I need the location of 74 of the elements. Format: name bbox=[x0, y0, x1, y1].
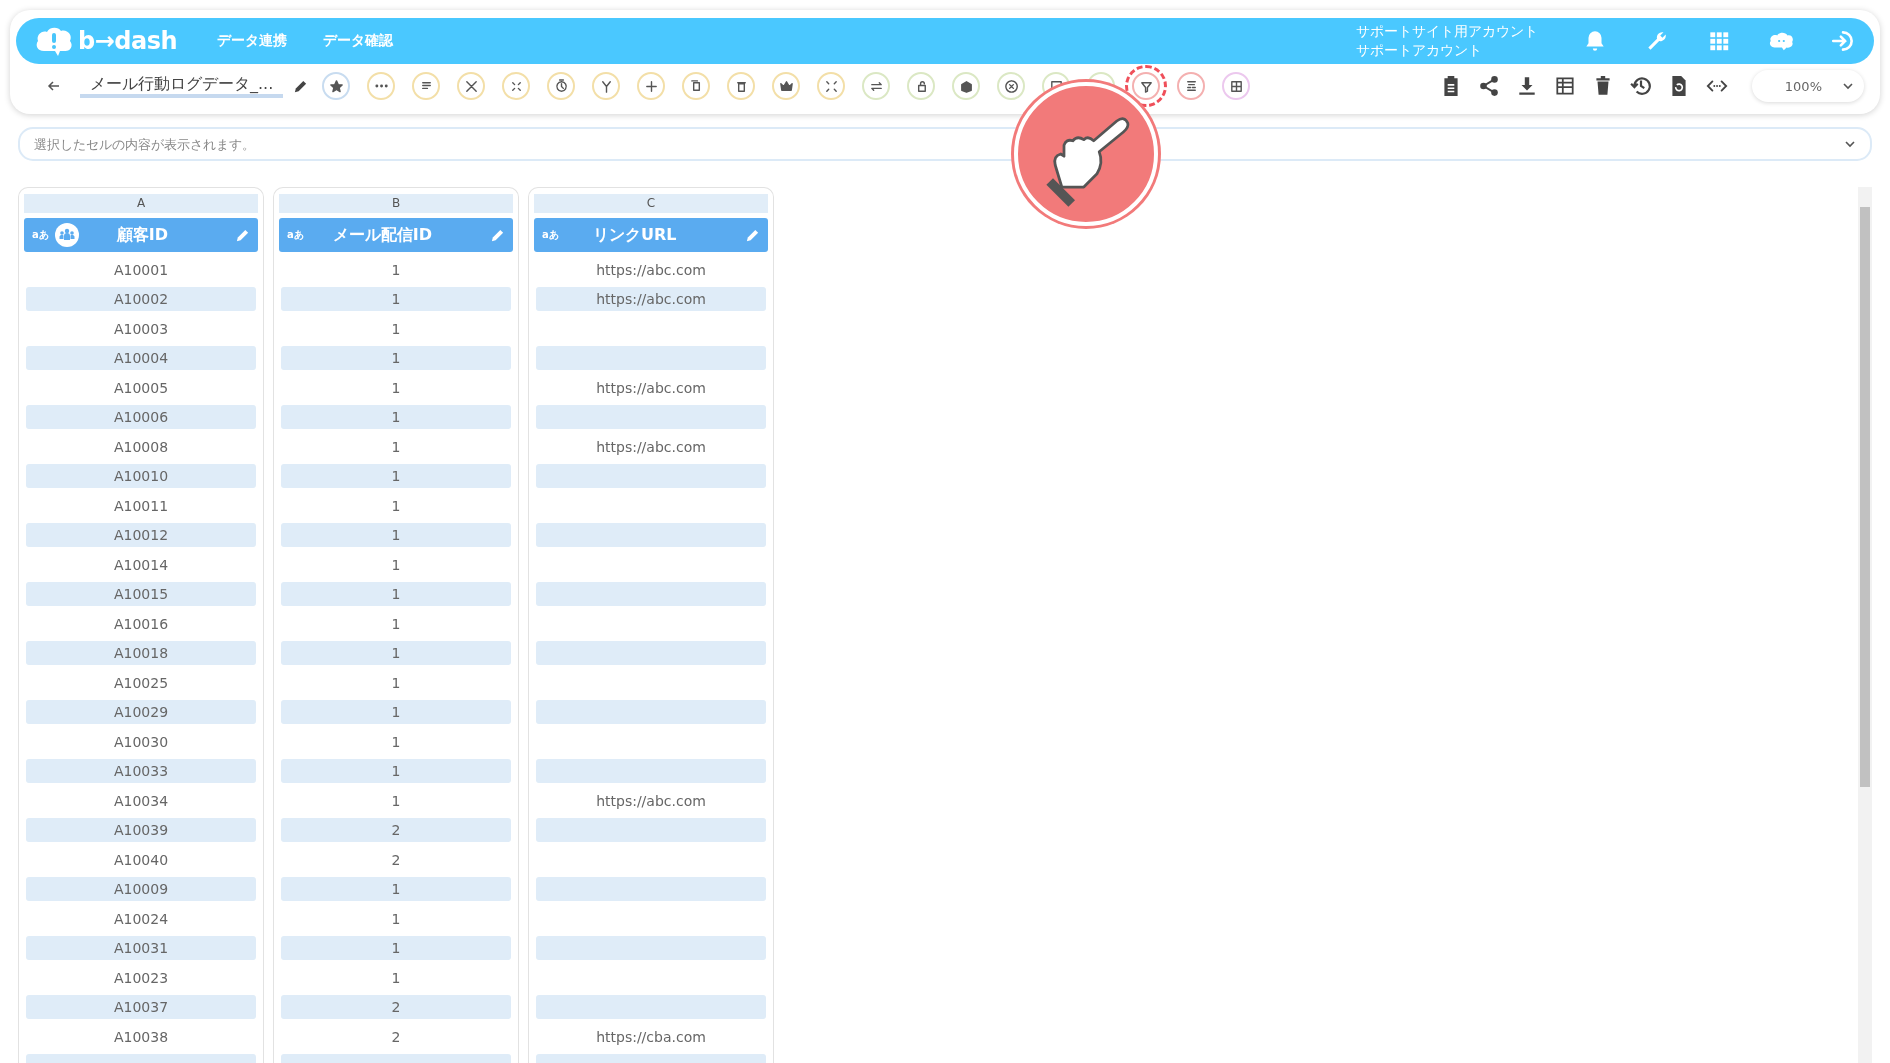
table-cell[interactable]: https://abc.com bbox=[536, 375, 766, 400]
table-cell[interactable]: A10039 bbox=[26, 818, 256, 842]
table-cell[interactable]: A10033 bbox=[26, 759, 256, 783]
table-cell[interactable]: 1 bbox=[281, 405, 511, 429]
table-cell[interactable]: A10009 bbox=[26, 877, 256, 901]
table-cell[interactable]: A10029 bbox=[26, 700, 256, 724]
table-cell[interactable]: 2 bbox=[281, 847, 511, 872]
table-cell[interactable]: 2 bbox=[281, 818, 511, 842]
table-cell[interactable]: 1 bbox=[281, 287, 511, 311]
column-letter[interactable]: A bbox=[24, 194, 258, 213]
sheet-title[interactable]: メール行動ログデータ_... bbox=[80, 74, 284, 98]
cell-preview-field[interactable]: 選択したセルの内容が表示されます。 bbox=[18, 127, 1872, 161]
table-cell[interactable]: 1 bbox=[281, 788, 511, 813]
table-cell[interactable]: 1 bbox=[281, 965, 511, 990]
table-cell[interactable]: A10003 bbox=[26, 316, 256, 341]
table-cell[interactable]: 1 bbox=[281, 434, 511, 459]
column-name: 顧客ID bbox=[116, 224, 168, 246]
table-cell[interactable]: A10014 bbox=[26, 552, 256, 577]
table-cell[interactable]: A10008 bbox=[26, 434, 256, 459]
table-cell[interactable]: 2 bbox=[281, 1024, 511, 1049]
table-cell[interactable]: 2 bbox=[281, 995, 511, 1019]
zoom-select[interactable]: 100% bbox=[1752, 70, 1864, 102]
table-cell[interactable]: A10040 bbox=[26, 847, 256, 872]
table-cell[interactable]: 1 bbox=[281, 759, 511, 783]
table-cell[interactable]: 1 bbox=[281, 375, 511, 400]
table-cell[interactable]: https://abc.com bbox=[536, 434, 766, 459]
table-cell[interactable]: A10038 bbox=[26, 1024, 256, 1049]
table-cell[interactable]: 1 bbox=[281, 523, 511, 547]
table-cell[interactable]: 1 bbox=[281, 877, 511, 901]
table-cell[interactable]: 1 bbox=[281, 257, 511, 282]
table-cell[interactable]: 1 bbox=[281, 316, 511, 341]
table-cell[interactable]: A10030 bbox=[26, 729, 256, 754]
table-cell[interactable]: A10012 bbox=[26, 523, 256, 547]
column-letter[interactable]: B bbox=[279, 194, 513, 213]
table-cell[interactable]: A10005 bbox=[26, 375, 256, 400]
table-cell[interactable]: 1 bbox=[281, 464, 511, 488]
table-cell[interactable]: https://abc.com bbox=[536, 287, 766, 311]
table-cell[interactable]: 1 bbox=[281, 641, 511, 665]
table-cell[interactable]: A10024 bbox=[26, 906, 256, 931]
table-cell[interactable]: 1 bbox=[281, 729, 511, 754]
table-cell[interactable]: A10023 bbox=[26, 965, 256, 990]
table-cell[interactable]: A10011 bbox=[26, 493, 256, 518]
table-cell[interactable]: 1 bbox=[281, 936, 511, 960]
table-cell[interactable]: 1 bbox=[281, 906, 511, 931]
column-letter[interactable]: C bbox=[534, 194, 768, 213]
data-type-label: aあ bbox=[542, 228, 559, 242]
table-cell[interactable]: 1 bbox=[281, 493, 511, 518]
table-cell[interactable]: A10016 bbox=[26, 611, 256, 636]
table-cell[interactable]: A10010 bbox=[26, 464, 256, 488]
table-cell[interactable]: 1 bbox=[281, 670, 511, 695]
table-cell[interactable]: https://abc.com bbox=[536, 257, 766, 282]
column-name: メール配信ID bbox=[332, 224, 432, 246]
table-cell[interactable]: A10004 bbox=[26, 346, 256, 370]
table-cell[interactable]: A10002 bbox=[26, 287, 256, 311]
table-cell[interactable]: A10006 bbox=[26, 405, 256, 429]
table-cell[interactable]: A10018 bbox=[26, 641, 256, 665]
table-cell[interactable]: 1 bbox=[281, 611, 511, 636]
table-cell[interactable]: 1 bbox=[281, 552, 511, 577]
account-name: サポートアカウント bbox=[1356, 41, 1483, 60]
table-cell[interactable]: https://abc.com bbox=[536, 788, 766, 813]
table-cell[interactable]: A10037 bbox=[26, 995, 256, 1019]
table-cell[interactable]: https://cba.com bbox=[536, 1024, 766, 1049]
data-type-label: aあ bbox=[32, 228, 49, 242]
column-name: リンクURL bbox=[593, 224, 677, 246]
table-cell[interactable]: 1 bbox=[281, 346, 511, 370]
table-cell[interactable]: 1 bbox=[281, 700, 511, 724]
table-cell[interactable]: A10001 bbox=[26, 257, 256, 282]
table-cell[interactable]: 1 bbox=[281, 582, 511, 606]
account-name: サポートサイト用アカウント bbox=[1356, 22, 1538, 41]
table-cell[interactable]: A10034 bbox=[26, 788, 256, 813]
table-cell[interactable]: A10031 bbox=[26, 936, 256, 960]
table-cell[interactable]: A10015 bbox=[26, 582, 256, 606]
table-cell[interactable]: A10025 bbox=[26, 670, 256, 695]
data-type-label: aあ bbox=[287, 228, 304, 242]
